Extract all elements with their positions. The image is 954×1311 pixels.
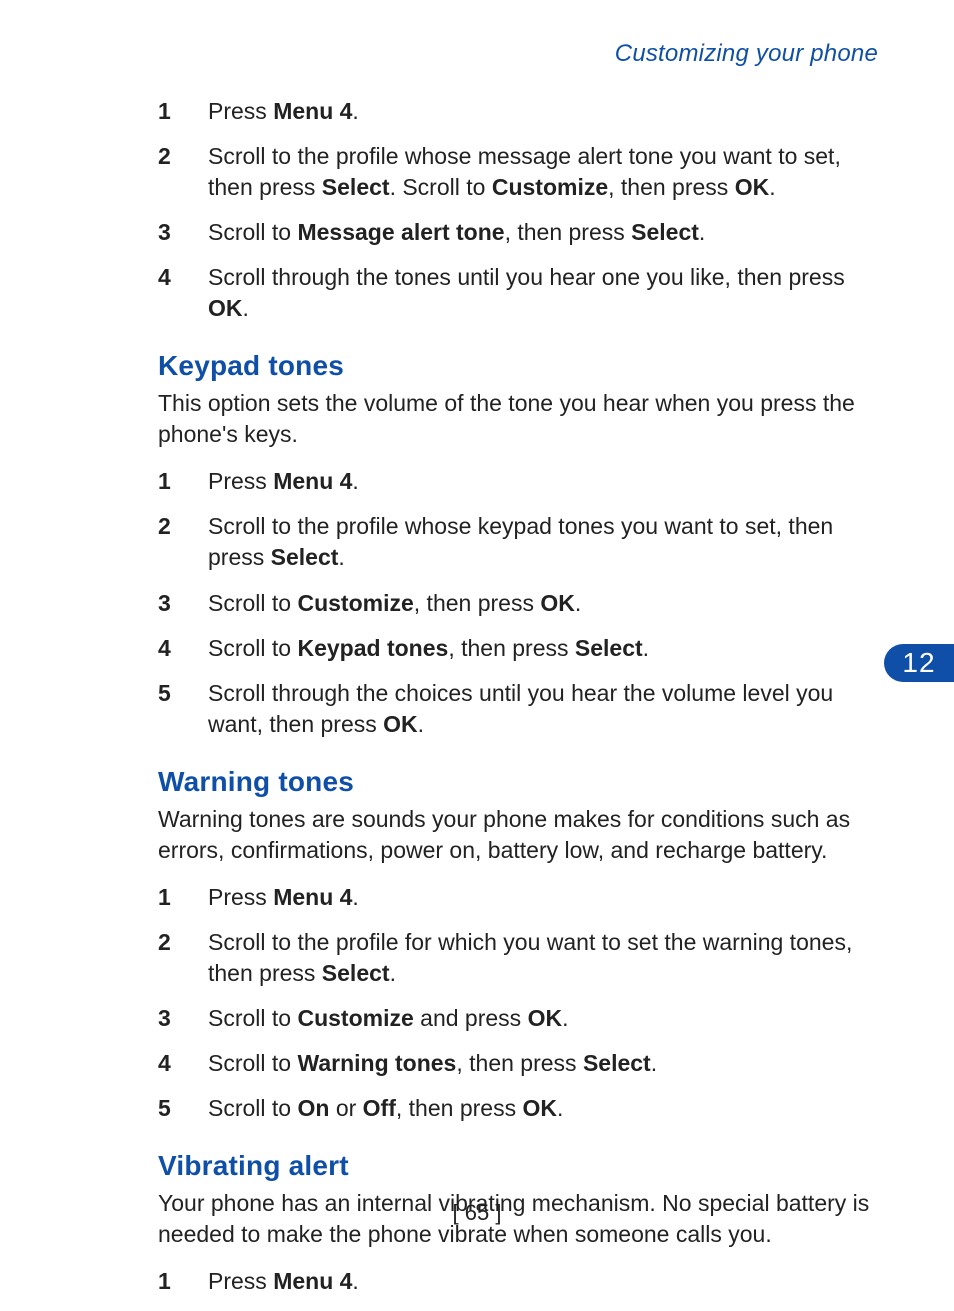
step-number: 2: [158, 511, 208, 542]
step-number: 4: [158, 633, 208, 664]
running-head: Customizing your phone: [158, 40, 878, 68]
list-item: 4 Scroll through the tones until you hea…: [158, 262, 878, 324]
step-text: Press Menu 4.: [208, 1266, 878, 1297]
step-text: Scroll to the profile whose keypad tones…: [208, 511, 878, 573]
list-item: 2 Scroll to the profile whose message al…: [158, 141, 878, 203]
page-number: [ 65 ]: [0, 1200, 954, 1226]
step-text: Scroll to On or Off, then press OK.: [208, 1093, 878, 1124]
step-number: 1: [158, 96, 208, 127]
vibrating-alert-steps: 1 Press Menu 4.: [158, 1266, 878, 1297]
step-text: Press Menu 4.: [208, 882, 878, 913]
list-item: 3 Scroll to Message alert tone, then pre…: [158, 217, 878, 248]
step-number: 1: [158, 466, 208, 497]
step-number: 4: [158, 262, 208, 293]
step-text: Scroll to Warning tones, then press Sele…: [208, 1048, 878, 1079]
step-number: 3: [158, 588, 208, 619]
heading-vibrating-alert: Vibrating alert: [158, 1150, 878, 1182]
list-item: 5 Scroll to On or Off, then press OK.: [158, 1093, 878, 1124]
step-number: 5: [158, 1093, 208, 1124]
step-text: Scroll through the choices until you hea…: [208, 678, 878, 740]
step-text: Scroll to the profile for which you want…: [208, 927, 878, 989]
list-item: 1 Press Menu 4.: [158, 1266, 878, 1297]
list-item: 3 Scroll to Customize and press OK.: [158, 1003, 878, 1034]
message-alert-steps: 1 Press Menu 4. 2 Scroll to the profile …: [158, 96, 878, 324]
list-item: 2 Scroll to the profile whose keypad ton…: [158, 511, 878, 573]
heading-keypad-tones: Keypad tones: [158, 350, 878, 382]
step-text: Scroll to Customize, then press OK.: [208, 588, 878, 619]
list-item: 1 Press Menu 4.: [158, 466, 878, 497]
chapter-tab: 12: [884, 644, 954, 682]
list-item: 5 Scroll through the choices until you h…: [158, 678, 878, 740]
page-content: Customizing your phone 1 Press Menu 4. 2…: [158, 40, 878, 1311]
keypad-tones-steps: 1 Press Menu 4. 2 Scroll to the profile …: [158, 466, 878, 739]
step-text: Press Menu 4.: [208, 466, 878, 497]
list-item: 1 Press Menu 4.: [158, 882, 878, 913]
step-number: 1: [158, 882, 208, 913]
step-number: 3: [158, 217, 208, 248]
heading-warning-tones: Warning tones: [158, 766, 878, 798]
step-number: 3: [158, 1003, 208, 1034]
step-number: 5: [158, 678, 208, 709]
list-item: 3 Scroll to Customize, then press OK.: [158, 588, 878, 619]
list-item: 2 Scroll to the profile for which you wa…: [158, 927, 878, 989]
step-number: 1: [158, 1266, 208, 1297]
warning-tones-steps: 1 Press Menu 4. 2 Scroll to the profile …: [158, 882, 878, 1124]
step-number: 4: [158, 1048, 208, 1079]
list-item: 1 Press Menu 4.: [158, 96, 878, 127]
step-number: 2: [158, 141, 208, 172]
step-text: Press Menu 4.: [208, 96, 878, 127]
warning-tones-description: Warning tones are sounds your phone make…: [158, 804, 878, 866]
step-text: Scroll to Keypad tones, then press Selec…: [208, 633, 878, 664]
step-text: Scroll through the tones until you hear …: [208, 262, 878, 324]
list-item: 4 Scroll to Keypad tones, then press Sel…: [158, 633, 878, 664]
step-text: Scroll to Customize and press OK.: [208, 1003, 878, 1034]
step-text: Scroll to the profile whose message aler…: [208, 141, 878, 203]
list-item: 4 Scroll to Warning tones, then press Se…: [158, 1048, 878, 1079]
keypad-tones-description: This option sets the volume of the tone …: [158, 388, 878, 450]
step-text: Scroll to Message alert tone, then press…: [208, 217, 878, 248]
step-number: 2: [158, 927, 208, 958]
